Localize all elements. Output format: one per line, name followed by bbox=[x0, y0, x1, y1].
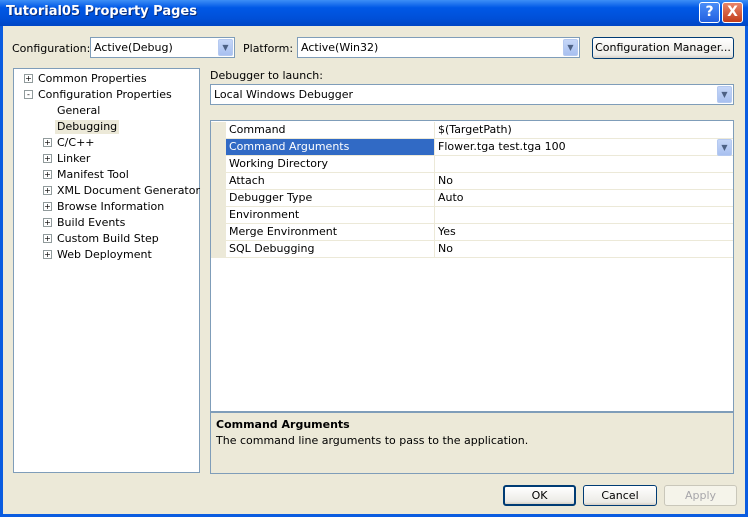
tree-item-configuration-properties[interactable]: Configuration Properties bbox=[38, 88, 172, 102]
property-name: Environment bbox=[226, 207, 435, 223]
expand-icon[interactable]: + bbox=[43, 154, 52, 163]
close-button[interactable]: X bbox=[722, 2, 743, 23]
configuration-manager-button[interactable]: Configuration Manager... bbox=[592, 37, 734, 59]
property-name: Command Arguments bbox=[226, 139, 435, 155]
property-row[interactable]: Command Arguments Flower.tga test.tga 10… bbox=[211, 139, 733, 156]
description-text: The command line arguments to pass to th… bbox=[216, 434, 529, 447]
expand-icon[interactable]: + bbox=[43, 138, 52, 147]
tree-item-custom-build-step[interactable]: Custom Build Step bbox=[57, 232, 159, 246]
help-button[interactable]: ? bbox=[699, 2, 720, 23]
property-row[interactable]: SQL Debugging No bbox=[211, 241, 733, 258]
ok-button[interactable]: OK bbox=[503, 485, 576, 506]
property-name: SQL Debugging bbox=[226, 241, 435, 257]
configuration-label: Configuration: bbox=[12, 42, 91, 55]
property-value[interactable]: No bbox=[436, 241, 733, 257]
row-gutter bbox=[211, 241, 226, 258]
expand-icon[interactable]: + bbox=[43, 218, 52, 227]
tree-item-xml-document-generator[interactable]: XML Document Generator bbox=[57, 184, 200, 198]
configuration-value: Active(Debug) bbox=[94, 41, 173, 54]
category-tree[interactable]: + Common Properties - Configuration Prop… bbox=[13, 68, 200, 473]
debugger-value: Local Windows Debugger bbox=[214, 88, 354, 101]
tree-item-general[interactable]: General bbox=[57, 104, 100, 118]
expand-icon[interactable]: + bbox=[24, 74, 33, 83]
row-gutter bbox=[211, 207, 226, 224]
property-row[interactable]: Command $(TargetPath) bbox=[211, 122, 733, 139]
platform-combo[interactable]: Active(Win32) ▼ bbox=[297, 37, 580, 58]
tree-item-web-deployment[interactable]: Web Deployment bbox=[57, 248, 152, 262]
property-name: Merge Environment bbox=[226, 224, 435, 240]
debugger-combo[interactable]: Local Windows Debugger ▼ bbox=[210, 84, 734, 105]
tree-item-browse-information[interactable]: Browse Information bbox=[57, 200, 164, 214]
expand-icon[interactable]: + bbox=[43, 250, 52, 259]
debugger-label: Debugger to launch: bbox=[210, 69, 323, 82]
title-bar[interactable]: Tutorial05 Property Pages ? X bbox=[0, 0, 748, 26]
chevron-down-icon[interactable]: ▼ bbox=[563, 39, 578, 56]
property-row[interactable]: Working Directory bbox=[211, 156, 733, 173]
property-value[interactable]: Flower.tga test.tga 100 bbox=[436, 139, 733, 155]
row-gutter bbox=[211, 156, 226, 173]
property-row[interactable]: Attach No bbox=[211, 173, 733, 190]
tree-item-manifest-tool[interactable]: Manifest Tool bbox=[57, 168, 129, 182]
expand-icon[interactable]: + bbox=[43, 202, 52, 211]
property-name: Working Directory bbox=[226, 156, 435, 172]
tree-item-cpp[interactable]: C/C++ bbox=[57, 136, 95, 150]
row-gutter bbox=[211, 173, 226, 190]
property-value[interactable]: No bbox=[436, 173, 733, 189]
platform-value: Active(Win32) bbox=[301, 41, 379, 54]
property-value[interactable] bbox=[436, 207, 733, 223]
description-pane: Command Arguments The command line argum… bbox=[210, 412, 734, 474]
row-gutter bbox=[211, 122, 226, 139]
tree-item-build-events[interactable]: Build Events bbox=[57, 216, 125, 230]
dialog-client-area: Configuration: Active(Debug) ▼ Platform:… bbox=[3, 26, 745, 514]
property-grid: Command $(TargetPath) Command Arguments … bbox=[210, 120, 734, 412]
property-name: Attach bbox=[226, 173, 435, 189]
property-value[interactable]: Auto bbox=[436, 190, 733, 206]
window-title: Tutorial05 Property Pages bbox=[6, 4, 197, 19]
property-value[interactable]: Yes bbox=[436, 224, 733, 240]
property-row[interactable]: Merge Environment Yes bbox=[211, 224, 733, 241]
row-gutter bbox=[211, 190, 226, 207]
property-value[interactable]: $(TargetPath) bbox=[436, 122, 733, 138]
expand-icon[interactable]: + bbox=[43, 186, 52, 195]
expand-icon[interactable]: + bbox=[43, 234, 52, 243]
tree-item-debugging[interactable]: Debugging bbox=[55, 120, 120, 134]
cancel-button[interactable]: Cancel bbox=[583, 485, 657, 506]
expand-icon[interactable]: + bbox=[43, 170, 52, 179]
property-row[interactable]: Environment bbox=[211, 207, 733, 224]
tree-item-common-properties[interactable]: Common Properties bbox=[38, 72, 147, 86]
configuration-combo[interactable]: Active(Debug) ▼ bbox=[90, 37, 235, 58]
apply-button[interactable]: Apply bbox=[664, 485, 737, 506]
tree-item-linker[interactable]: Linker bbox=[57, 152, 90, 166]
platform-label: Platform: bbox=[243, 42, 294, 55]
property-name: Command bbox=[226, 122, 435, 138]
row-gutter bbox=[211, 139, 226, 156]
property-value[interactable] bbox=[436, 156, 733, 172]
property-row[interactable]: Debugger Type Auto bbox=[211, 190, 733, 207]
property-pages-window: Tutorial05 Property Pages ? X Configurat… bbox=[0, 0, 748, 517]
chevron-down-icon[interactable]: ▼ bbox=[717, 86, 732, 103]
chevron-down-icon[interactable]: ▼ bbox=[218, 39, 233, 56]
row-gutter bbox=[211, 224, 226, 241]
property-name: Debugger Type bbox=[226, 190, 435, 206]
collapse-icon[interactable]: - bbox=[24, 90, 33, 99]
description-title: Command Arguments bbox=[216, 418, 350, 431]
chevron-down-icon[interactable]: ▼ bbox=[717, 139, 732, 156]
